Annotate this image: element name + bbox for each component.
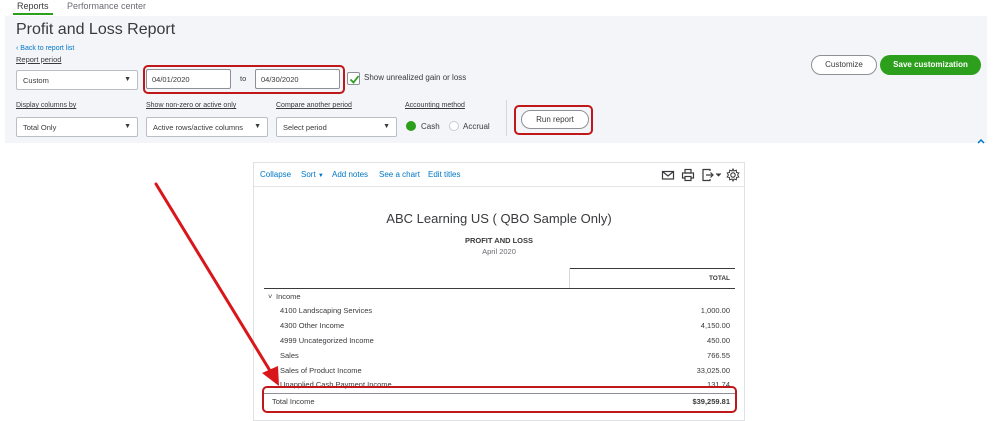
radio-cash[interactable]	[406, 121, 416, 131]
caret-down-icon: ▼	[254, 123, 261, 130]
table-row[interactable]: Sales 766.55	[264, 351, 730, 365]
report-period-select[interactable]: Custom ▼	[16, 70, 138, 90]
table-row[interactable]: 4999 Uncategorized Income 450.00	[264, 336, 730, 350]
table-row[interactable]: Sales of Product Income 33,025.00	[264, 366, 730, 380]
chevron-up-icon[interactable]	[976, 136, 986, 146]
caret-down-icon: ▼	[124, 76, 131, 83]
save-customization-button[interactable]: Save customization	[880, 55, 981, 75]
email-icon[interactable]	[661, 168, 675, 182]
sort-label: Sort	[301, 170, 316, 179]
settings-gear-icon[interactable]	[726, 168, 740, 182]
sort-menu[interactable]: Sort ▼	[301, 170, 324, 179]
caret-down-icon: ▼	[317, 173, 324, 179]
display-columns-select[interactable]: Total Only ▼	[16, 117, 138, 137]
checkmark-icon	[349, 75, 360, 84]
section-row-income[interactable]: ˅ Income	[264, 292, 730, 306]
column-rule-bottom	[264, 288, 735, 289]
report-panel: Collapse Sort ▼ Add notes See a chart Ed…	[253, 162, 745, 421]
row-value[interactable]: 4,150.00	[701, 321, 730, 330]
date-range-highlight-box	[143, 65, 345, 94]
report-date: April 2020	[482, 247, 516, 256]
back-to-report-list-link[interactable]: ‹ Back to report list	[16, 45, 74, 52]
row-value[interactable]: 450.00	[707, 336, 730, 345]
display-columns-value: Total Only	[23, 123, 57, 132]
column-rule-top	[569, 268, 735, 269]
compare-period-value: Select period	[283, 123, 327, 132]
run-report-highlight-box	[514, 105, 593, 135]
row-value[interactable]: 33,025.00	[697, 366, 730, 375]
nonzero-value: Active rows/active columns	[153, 123, 244, 132]
report-period-label: Report period	[16, 55, 62, 64]
total-income-highlight-box	[262, 386, 737, 413]
caret-down-icon[interactable]: ˅	[268, 292, 272, 301]
export-icon[interactable]	[701, 168, 723, 182]
report-period-value: Custom	[23, 76, 49, 85]
back-link-label: Back to report list	[20, 45, 75, 52]
table-row[interactable]: 4300 Other Income 4,150.00	[264, 321, 730, 335]
chevron-left-icon: ‹	[16, 45, 19, 52]
caret-down-icon: ▼	[124, 123, 131, 130]
top-tabs: Reports Performance center	[0, 0, 999, 16]
customize-button[interactable]: Customize	[811, 55, 877, 75]
unrealized-gain-checkbox[interactable]	[347, 72, 360, 85]
report-title[interactable]: PROFIT AND LOSS	[254, 236, 744, 245]
radio-cash-label: Cash	[421, 122, 440, 131]
compare-period-label: Compare another period	[276, 102, 352, 109]
column-header-total: TOTAL	[708, 275, 730, 282]
accounting-method-label: Accounting method	[405, 102, 465, 109]
row-label[interactable]: Sales	[280, 351, 299, 360]
row-label[interactable]: Sales of Product Income	[280, 366, 362, 375]
report-toolbar: Collapse Sort ▼ Add notes See a chart Ed…	[254, 163, 744, 187]
row-label[interactable]: 4999 Uncategorized Income	[280, 336, 374, 345]
radio-accrual[interactable]	[449, 121, 459, 131]
compare-period-select[interactable]: Select period ▼	[276, 117, 397, 137]
active-tab-indicator	[13, 13, 53, 15]
edit-titles-link[interactable]: Edit titles	[428, 170, 460, 179]
company-name[interactable]: ABC Learning US ( QBO Sample Only)	[254, 211, 744, 226]
section-label: Income	[276, 292, 301, 301]
see-chart-link[interactable]: See a chart	[379, 170, 420, 179]
caret-down-icon: ▼	[383, 123, 390, 130]
unrealized-gain-label: Show unrealized gain or loss	[364, 73, 467, 82]
tab-performance-center[interactable]: Performance center	[67, 1, 146, 11]
add-notes-link[interactable]: Add notes	[332, 170, 368, 179]
nonzero-label: Show non-zero or active only	[146, 102, 237, 109]
print-icon[interactable]	[681, 168, 695, 182]
table-row[interactable]: 4100 Landscaping Services 1,000.00	[264, 306, 730, 320]
row-label[interactable]: 4100 Landscaping Services	[280, 306, 372, 315]
divider	[506, 100, 507, 136]
row-label[interactable]: 4300 Other Income	[280, 321, 344, 330]
display-columns-label: Display columns by	[16, 102, 77, 109]
tab-reports[interactable]: Reports	[17, 1, 49, 11]
collapse-link[interactable]: Collapse	[260, 170, 291, 179]
row-value[interactable]: 1,000.00	[701, 306, 730, 315]
page-title: Profit and Loss Report	[16, 21, 176, 38]
nonzero-select[interactable]: Active rows/active columns ▼	[146, 117, 268, 137]
row-value[interactable]: 766.55	[707, 351, 730, 360]
radio-accrual-label: Accrual	[463, 122, 490, 131]
